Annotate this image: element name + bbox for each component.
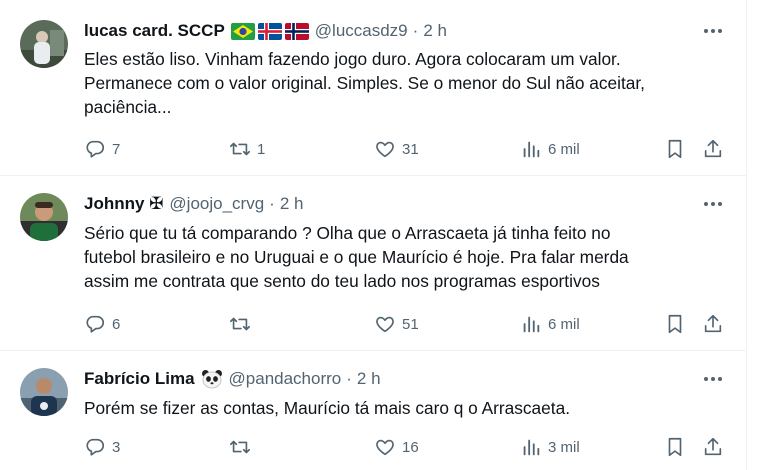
like-button[interactable]: 51 [374, 312, 419, 336]
views-count: 3 mil [548, 438, 580, 456]
timestamp[interactable]: 2 h [280, 194, 304, 214]
retweet-button[interactable]: 1 [229, 137, 265, 161]
like-count: 31 [402, 140, 419, 158]
tweet-text: Sério que tu tá comparando ? Olha que o … [84, 223, 629, 291]
views-button[interactable]: 6 mil [520, 137, 580, 161]
like-icon [376, 316, 394, 333]
views-count: 6 mil [548, 140, 580, 158]
tweet-header: Fabrício Lima @pandachorro · 2 h [84, 368, 381, 390]
timestamp[interactable]: 2 h [423, 21, 447, 41]
reply-icon [86, 438, 105, 456]
views-button[interactable]: 3 mil [520, 435, 580, 459]
avatar[interactable] [20, 20, 68, 68]
separator-dot: · [269, 194, 275, 213]
flag-badges [230, 22, 309, 40]
retweet-count: 1 [257, 140, 266, 158]
share-button[interactable] [702, 137, 724, 161]
action-bar: 3 16 3 mil [84, 435, 726, 459]
views-icon [523, 316, 540, 333]
bookmark-button[interactable] [664, 435, 686, 459]
share-icon [704, 437, 722, 456]
share-button[interactable] [702, 312, 724, 336]
action-bar: 6 51 6 mil [84, 312, 726, 336]
handle[interactable]: @joojo_crvg [169, 194, 264, 214]
like-icon [376, 439, 394, 456]
handle[interactable]: @luccasdz9 [315, 21, 408, 41]
tweet-header: lucas card. SCCP @luccasdz9 · 2 h [84, 20, 447, 42]
bookmark-icon [668, 314, 682, 334]
share-icon [704, 314, 722, 333]
tweet-2[interactable]: Johnny ✠ @joojo_crvg · 2 h Sério que tu … [0, 176, 746, 351]
reply-button[interactable]: 6 [84, 312, 120, 336]
reply-feed: lucas card. SCCP @luccasdz9 · 2 h Eles e… [0, 0, 747, 470]
panda-emoji [201, 369, 223, 389]
share-icon [704, 139, 722, 158]
views-icon [523, 439, 540, 456]
reply-count: 7 [112, 140, 121, 158]
retweet-button[interactable] [229, 435, 257, 459]
share-button[interactable] [702, 435, 724, 459]
br-flag [230, 22, 255, 40]
like-count: 16 [402, 438, 419, 456]
retweet-icon [230, 440, 250, 454]
reply-count: 6 [112, 315, 121, 333]
tweet-header: Johnny ✠ @joojo_crvg · 2 h [84, 193, 303, 215]
handle[interactable]: @pandachorro [229, 369, 342, 389]
reply-icon [86, 315, 105, 333]
display-name[interactable]: Fabrício Lima [84, 369, 195, 389]
no-flag [284, 22, 309, 40]
views-count: 6 mil [548, 315, 580, 333]
retweet-icon [230, 142, 250, 156]
retweet-button[interactable] [229, 312, 257, 336]
bookmark-icon [668, 139, 682, 159]
avatar[interactable] [20, 368, 68, 416]
like-count: 51 [402, 315, 419, 333]
reply-count: 3 [112, 438, 121, 456]
separator-dot: · [346, 369, 352, 388]
reply-icon [86, 140, 105, 158]
tweet-3[interactable]: Fabrício Lima @pandachorro · 2 h Porém s… [0, 351, 746, 470]
tweet-1[interactable]: lucas card. SCCP @luccasdz9 · 2 h Eles e… [0, 0, 746, 176]
views-icon [523, 141, 540, 158]
reply-button[interactable]: 7 [84, 137, 120, 161]
like-button[interactable]: 16 [374, 435, 419, 459]
like-button[interactable]: 31 [374, 137, 419, 161]
display-name[interactable]: lucas card. SCCP [84, 21, 225, 41]
separator-dot: · [412, 21, 419, 40]
display-name[interactable]: Johnny ✠ [84, 194, 163, 214]
more-icon[interactable] [700, 369, 726, 389]
tweet-text: Eles estão liso. Vinham fazendo jogo dur… [84, 49, 645, 117]
tweet-text: Porém se fizer as contas, Maurício tá ma… [84, 398, 570, 418]
retweet-icon [230, 317, 250, 331]
avatar[interactable] [20, 193, 68, 241]
more-icon[interactable] [700, 21, 726, 41]
reply-button[interactable]: 3 [84, 435, 120, 459]
more-icon[interactable] [700, 194, 726, 214]
bookmark-button[interactable] [664, 312, 686, 336]
timestamp[interactable]: 2 h [357, 369, 381, 389]
bookmark-button[interactable] [664, 137, 686, 161]
like-icon [376, 141, 394, 158]
is-flag [257, 22, 282, 40]
views-button[interactable]: 6 mil [520, 312, 580, 336]
bookmark-icon [668, 437, 682, 457]
action-bar: 7 1 31 6 mil [84, 137, 726, 161]
